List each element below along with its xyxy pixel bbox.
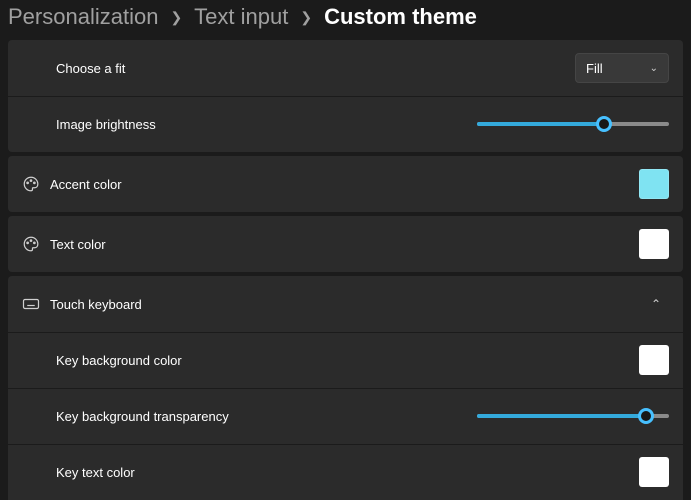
key-bg-transparency-label: Key background transparency — [56, 409, 229, 424]
palette-icon — [22, 235, 50, 253]
chevron-down-icon: ⌄ — [650, 63, 658, 74]
row-image-brightness: Image brightness — [8, 96, 683, 152]
text-color-label: Text color — [50, 237, 106, 252]
chevron-right-icon: ❯ — [300, 9, 312, 26]
breadcrumb-item-active: Custom theme — [324, 4, 477, 30]
key-text-color-label: Key text color — [56, 465, 135, 480]
row-text-color: Text color — [8, 216, 683, 272]
breadcrumb: Personalization ❯ Text input ❯ Custom th… — [4, 0, 687, 40]
panel-touch-keyboard: Touch keyboard ⌃ Key background color Ke… — [8, 276, 683, 500]
chevron-right-icon: ❯ — [170, 9, 182, 26]
panel-text-color: Text color — [8, 216, 683, 272]
row-key-background-color: Key background color — [8, 332, 683, 388]
image-brightness-slider[interactable] — [477, 114, 669, 134]
row-touch-keyboard-header[interactable]: Touch keyboard ⌃ — [8, 276, 683, 332]
row-choose-fit: Choose a fit Fill ⌄ — [8, 40, 683, 96]
keyboard-icon — [22, 295, 50, 313]
accent-color-swatch[interactable] — [639, 169, 669, 199]
image-brightness-label: Image brightness — [56, 117, 156, 132]
palette-icon — [22, 175, 50, 193]
key-bg-color-label: Key background color — [56, 353, 182, 368]
panel-accent-color: Accent color — [8, 156, 683, 212]
chevron-up-icon[interactable]: ⌃ — [643, 291, 669, 317]
row-key-text-color: Key text color — [8, 444, 683, 500]
breadcrumb-item[interactable]: Personalization — [8, 4, 158, 30]
key-bg-color-swatch[interactable] — [639, 345, 669, 375]
panel-image: Choose a fit Fill ⌄ Image brightness — [8, 40, 683, 152]
row-key-background-transparency: Key background transparency — [8, 388, 683, 444]
breadcrumb-item[interactable]: Text input — [194, 4, 288, 30]
text-color-swatch[interactable] — [639, 229, 669, 259]
touch-keyboard-label: Touch keyboard — [50, 297, 142, 312]
accent-color-label: Accent color — [50, 177, 122, 192]
choose-fit-value: Fill — [586, 61, 603, 76]
row-accent-color: Accent color — [8, 156, 683, 212]
choose-fit-label: Choose a fit — [56, 61, 125, 76]
key-bg-transparency-slider[interactable] — [477, 406, 669, 426]
key-text-color-swatch[interactable] — [639, 457, 669, 487]
choose-fit-dropdown[interactable]: Fill ⌄ — [575, 53, 669, 83]
